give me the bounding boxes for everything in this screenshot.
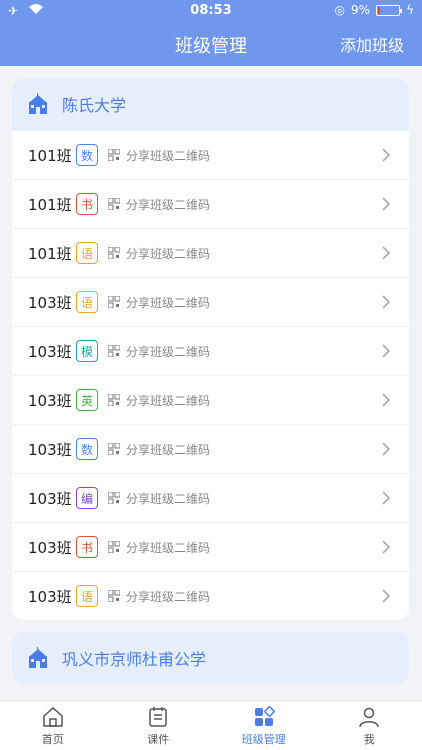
school-card: 陈氏大学 101班数分享班级二维码 101班书分享班级二维码 101班语分享班级二维… xyxy=(12,78,409,620)
class-name: 103班 xyxy=(28,391,72,410)
subject-badge: 语 xyxy=(76,291,98,313)
subject-badge: 书 xyxy=(76,536,98,558)
chevron-right-icon xyxy=(382,540,391,554)
school-card: 巩义市京师杜甫公学 xyxy=(12,632,409,684)
share-qr-link[interactable]: 分享班级二维码 xyxy=(126,147,210,164)
status-bar: ✈ 08:53 ◎ 9% ϟ xyxy=(0,0,422,22)
class-list[interactable]: 陈氏大学 101班数分享班级二维码 101班书分享班级二维码 101班语分享班级二维… xyxy=(0,66,422,700)
share-qr-link[interactable]: 分享班级二维码 xyxy=(126,392,210,409)
class-row[interactable]: 103班语 分享班级二维码 xyxy=(12,277,409,326)
class-name: 103班 xyxy=(28,587,72,606)
class-name: 103班 xyxy=(28,489,72,508)
courseware-icon xyxy=(149,706,167,727)
chevron-right-icon xyxy=(382,589,391,603)
share-qr-link[interactable]: 分享班级二维码 xyxy=(126,539,210,556)
orientation-lock-icon: ◎ xyxy=(334,3,346,17)
qr-code-icon xyxy=(108,149,120,161)
subject-badge: 数 xyxy=(76,144,98,166)
charging-icon: ϟ xyxy=(406,3,414,17)
class-name: 103班 xyxy=(28,538,72,557)
class-management-icon xyxy=(254,705,275,726)
nav-bar: 班级管理 添加班级 xyxy=(0,22,422,66)
qr-code-icon xyxy=(108,198,120,210)
school-header[interactable]: 巩义市京师杜甫公学 xyxy=(12,632,409,684)
profile-icon xyxy=(359,707,379,727)
share-qr-link[interactable]: 分享班级二维码 xyxy=(126,441,210,458)
qr-code-icon xyxy=(108,394,120,406)
tab-me[interactable]: 我 xyxy=(317,701,422,750)
chevron-right-icon xyxy=(382,148,391,162)
tab-bar: 首页 课件 班级管理 我 xyxy=(0,700,422,750)
battery-percent: 9% xyxy=(351,3,371,17)
home-icon xyxy=(43,706,63,727)
class-row[interactable]: 103班编 分享班级二维码 xyxy=(12,473,409,522)
share-qr-link[interactable]: 分享班级二维码 xyxy=(126,196,210,213)
chevron-right-icon xyxy=(382,393,391,407)
tab-class-management[interactable]: 班级管理 xyxy=(211,701,317,750)
tab-home[interactable]: 首页 xyxy=(0,701,106,750)
chevron-right-icon xyxy=(382,442,391,456)
class-row[interactable]: 103班数 分享班级二维码 xyxy=(12,424,409,473)
add-class-button[interactable]: 添加班级 xyxy=(340,32,404,56)
class-row[interactable]: 103班模 分享班级二维码 xyxy=(12,326,409,375)
subject-badge: 数 xyxy=(76,438,98,460)
share-qr-link[interactable]: 分享班级二维码 xyxy=(126,490,210,507)
subject-badge: 书 xyxy=(76,193,98,215)
class-name: 103班 xyxy=(28,293,72,312)
class-row[interactable]: 103班英 分享班级二维码 xyxy=(12,375,409,424)
tab-courseware[interactable]: 课件 xyxy=(106,701,212,750)
class-row[interactable]: 101班书 分享班级二维码 xyxy=(12,179,409,228)
share-qr-link[interactable]: 分享班级二维码 xyxy=(126,245,210,262)
school-icon xyxy=(29,647,47,668)
class-row[interactable]: 101班数 分享班级二维码 xyxy=(12,130,409,179)
class-row[interactable]: 101班语 分享班级二维码 xyxy=(12,228,409,277)
subject-badge: 英 xyxy=(76,389,98,411)
qr-code-icon xyxy=(108,247,120,259)
school-header[interactable]: 陈氏大学 xyxy=(12,78,409,130)
chevron-right-icon xyxy=(382,344,391,358)
chevron-right-icon xyxy=(382,246,391,260)
share-qr-link[interactable]: 分享班级二维码 xyxy=(126,294,210,311)
qr-code-icon xyxy=(108,296,120,308)
class-name: 103班 xyxy=(28,342,72,361)
class-name: 101班 xyxy=(28,244,72,263)
qr-code-icon xyxy=(108,590,120,602)
share-qr-link[interactable]: 分享班级二维码 xyxy=(126,343,210,360)
qr-code-icon xyxy=(108,541,120,553)
subject-badge: 语 xyxy=(76,242,98,264)
qr-code-icon xyxy=(108,492,120,504)
share-qr-link[interactable]: 分享班级二维码 xyxy=(126,588,210,605)
class-name: 101班 xyxy=(28,146,72,165)
battery-icon xyxy=(376,4,403,16)
chevron-right-icon xyxy=(382,295,391,309)
class-row[interactable]: 103班书 分享班级二维码 xyxy=(12,522,409,571)
top-bar: ✈ 08:53 ◎ 9% ϟ 班级管理 添加班级 xyxy=(0,0,422,66)
class-name: 101班 xyxy=(28,195,72,214)
chevron-right-icon xyxy=(382,197,391,211)
chevron-right-icon xyxy=(382,491,391,505)
subject-badge: 编 xyxy=(76,487,98,509)
school-name: 陈氏大学 xyxy=(62,96,127,115)
school-icon xyxy=(29,93,47,114)
class-name: 103班 xyxy=(28,440,72,459)
qr-code-icon xyxy=(108,443,120,455)
qr-code-icon xyxy=(108,345,120,357)
subject-badge: 模 xyxy=(76,340,98,362)
subject-badge: 语 xyxy=(76,585,98,607)
class-row[interactable]: 103班语 分享班级二维码 xyxy=(12,571,409,620)
school-name: 巩义市京师杜甫公学 xyxy=(62,650,207,669)
